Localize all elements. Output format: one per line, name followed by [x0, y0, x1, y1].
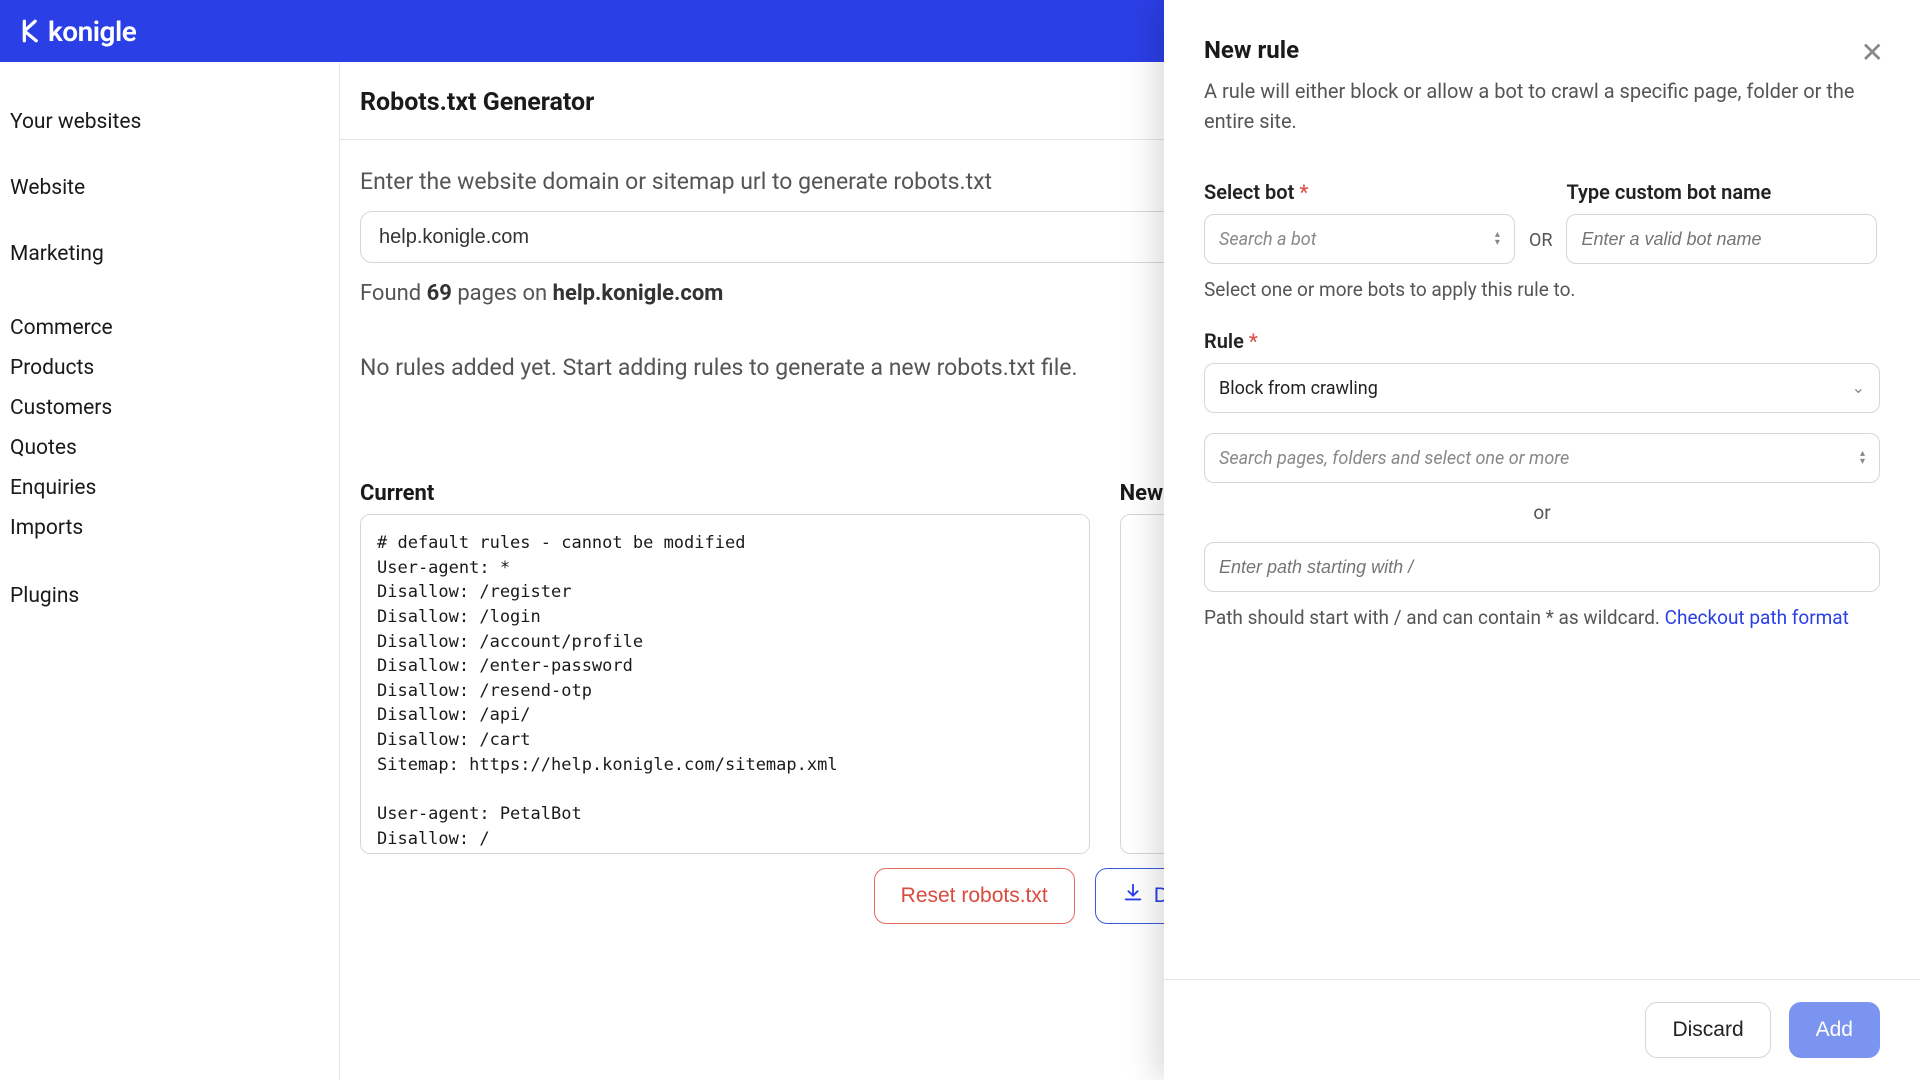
sidebar-item-products[interactable]: Products: [10, 348, 329, 388]
drawer-footer: Discard Add: [1164, 979, 1920, 1080]
download-icon: [1122, 882, 1144, 910]
sidebar-item-quotes[interactable]: Quotes: [10, 428, 329, 468]
sidebar-item-customers[interactable]: Customers: [10, 388, 329, 428]
sidebar-item-marketing[interactable]: Marketing: [10, 224, 329, 284]
path-help-text: Path should start with / and can contain…: [1204, 606, 1665, 629]
select-bot-label: Select bot *: [1204, 180, 1515, 204]
current-robots-box[interactable]: # default rules - cannot be modified Use…: [360, 514, 1090, 854]
sidebar: Your websites Website Marketing Commerce…: [0, 62, 340, 1080]
required-mark: *: [1249, 329, 1258, 353]
brand-logo[interactable]: konigle: [20, 15, 136, 48]
rule-value: Block from crawling: [1219, 378, 1378, 399]
rule-label: Rule *: [1204, 329, 1880, 353]
path-help: Path should start with / and can contain…: [1204, 606, 1880, 629]
chevron-down-icon: ⌄: [1852, 384, 1865, 392]
drawer-title: New rule: [1204, 36, 1880, 64]
sidebar-item-imports[interactable]: Imports: [10, 508, 329, 548]
sidebar-item-your-websites[interactable]: Your websites: [10, 92, 329, 152]
new-rule-drawer: ✕ New rule A rule will either block or a…: [1164, 0, 1920, 1080]
required-mark: *: [1299, 180, 1308, 204]
sidebar-item-enquiries[interactable]: Enquiries: [10, 468, 329, 508]
found-prefix: Found: [360, 281, 427, 306]
or-center: or: [1204, 501, 1880, 524]
sidebar-item-plugins[interactable]: Plugins: [10, 566, 329, 626]
found-count: 69: [427, 281, 452, 306]
add-button[interactable]: Add: [1789, 1002, 1880, 1058]
current-heading: Current: [360, 481, 1090, 506]
add-label: Add: [1816, 1018, 1853, 1042]
path-input[interactable]: [1204, 542, 1880, 592]
rule-dropdown[interactable]: Block from crawling ⌄: [1204, 363, 1880, 413]
reset-label: Reset robots.txt: [901, 884, 1048, 908]
discard-label: Discard: [1672, 1018, 1743, 1042]
bot-helper-text: Select one or more bots to apply this ru…: [1204, 278, 1880, 301]
brand-text: konigle: [48, 15, 136, 48]
sidebar-item-commerce[interactable]: Commerce: [10, 298, 329, 348]
logo-icon: [20, 18, 46, 44]
sidebar-item-website[interactable]: Website: [10, 158, 329, 218]
reset-button[interactable]: Reset robots.txt: [874, 868, 1075, 924]
or-separator: OR: [1529, 230, 1552, 251]
select-bot-dropdown[interactable]: Search a bot ▴▾: [1204, 214, 1515, 264]
close-icon[interactable]: ✕: [1861, 36, 1884, 69]
updown-icon: ▴▾: [1860, 450, 1865, 466]
found-domain: help.konigle.com: [553, 281, 724, 306]
custom-bot-input[interactable]: [1566, 214, 1877, 264]
drawer-subtitle: A rule will either block or allow a bot …: [1204, 76, 1880, 136]
found-mid: pages on: [452, 281, 553, 306]
updown-icon: ▴▾: [1495, 231, 1500, 247]
select-bot-placeholder: Search a bot: [1219, 229, 1316, 250]
discard-button[interactable]: Discard: [1645, 1002, 1770, 1058]
custom-bot-label: Type custom bot name: [1566, 180, 1877, 204]
pages-dropdown[interactable]: Search pages, folders and select one or …: [1204, 433, 1880, 483]
pages-placeholder: Search pages, folders and select one or …: [1219, 448, 1569, 469]
path-format-link[interactable]: Checkout path format: [1665, 606, 1849, 629]
